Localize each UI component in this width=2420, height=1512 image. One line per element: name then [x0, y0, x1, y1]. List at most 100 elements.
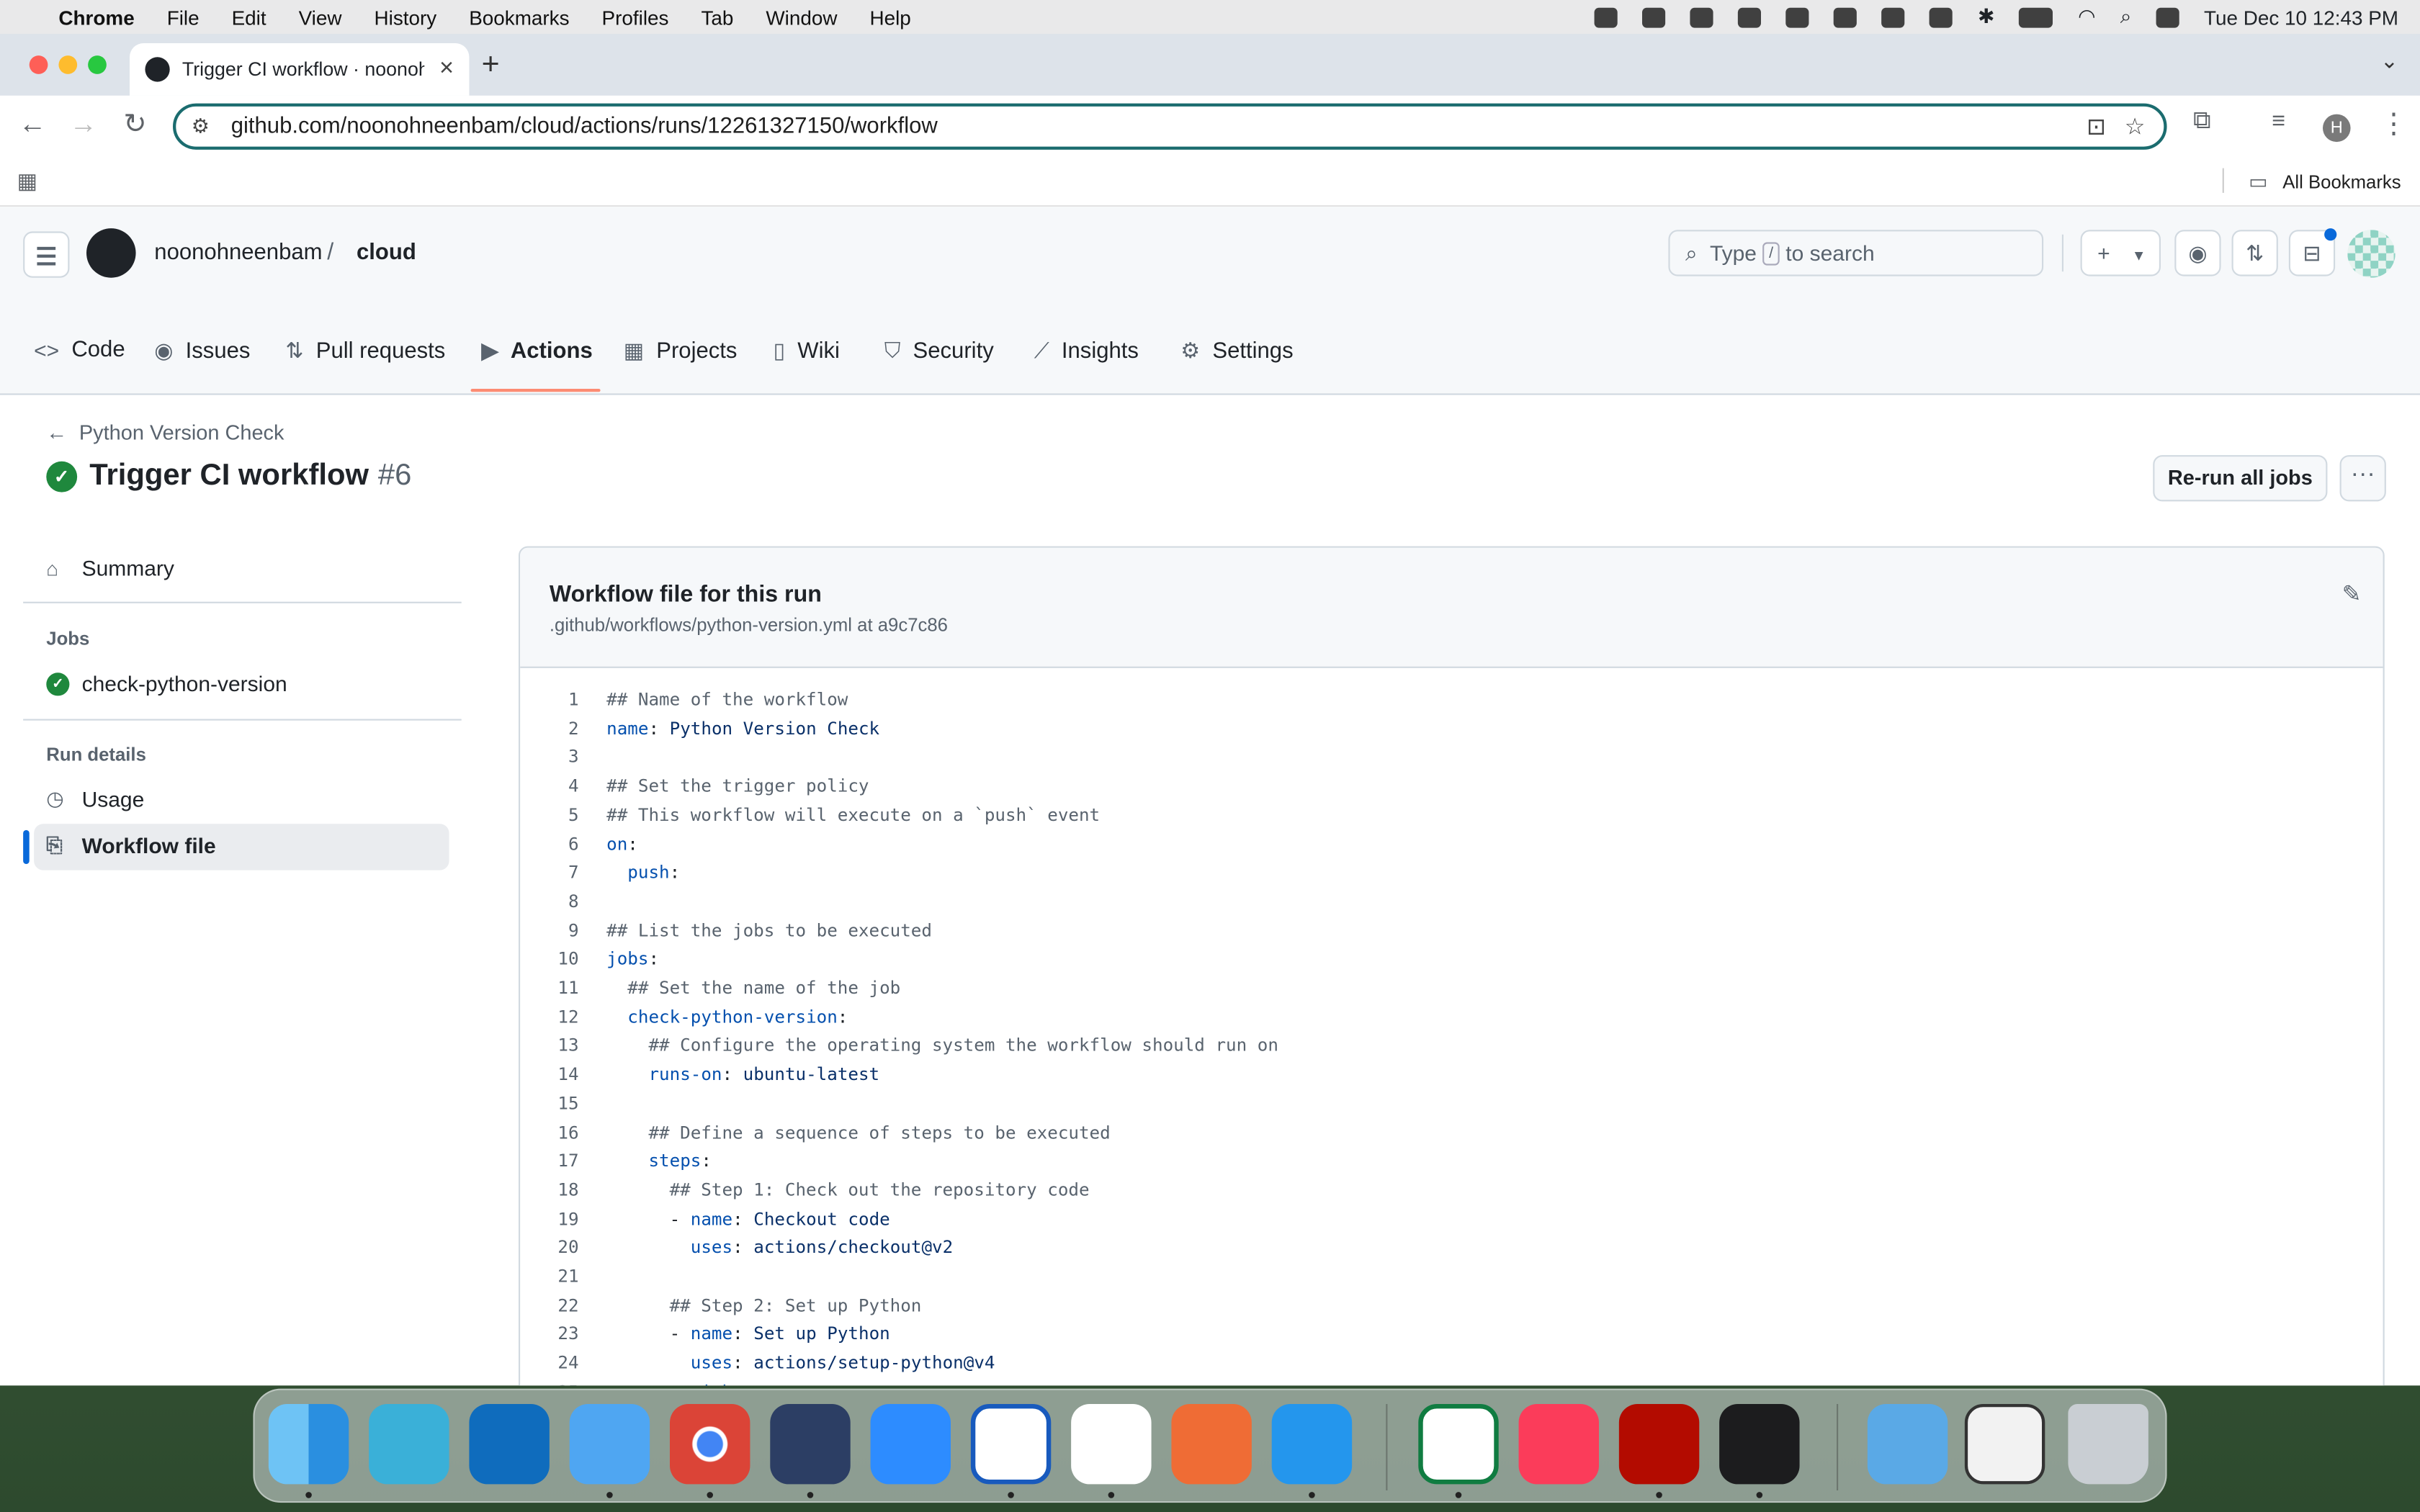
sidebar-item-usage[interactable]: ◷ Usage	[46, 787, 144, 811]
plus-icon: +	[2097, 240, 2110, 266]
chrome-icon[interactable]	[670, 1403, 750, 1485]
site-info-icon[interactable]: ⚙	[192, 114, 210, 139]
repo-name-link[interactable]: cloud	[357, 240, 416, 265]
preview-window-icon[interactable]	[1964, 1403, 2045, 1485]
pencil-edit-icon[interactable]: ✎	[2342, 580, 2362, 608]
repo-owner-link[interactable]: noonohneenbam	[154, 240, 322, 265]
back-to-workflow-link[interactable]: ← Python Version Check	[46, 421, 284, 444]
tab-search-chevron-icon[interactable]: ⌄	[2380, 48, 2398, 73]
spotlight-search-icon[interactable]: ⌕	[2120, 4, 2132, 29]
tab-label: Pull requests	[315, 338, 446, 364]
pull-requests-button[interactable]: ⇅	[2231, 230, 2278, 276]
tab-settings[interactable]: ⚙ Settings	[1180, 338, 1293, 364]
issues-button[interactable]: ◉	[2174, 230, 2221, 276]
terminal-icon[interactable]	[1719, 1403, 1800, 1485]
status-icon[interactable]	[1786, 6, 1810, 27]
menu-profiles[interactable]: Profiles	[602, 6, 669, 29]
menu-help[interactable]: Help	[870, 6, 911, 29]
sidebar-item-workflow-file[interactable]: ⎘ Workflow file	[46, 833, 215, 858]
url-text[interactable]: github.com/noonohneenbam/cloud/actions/r…	[231, 114, 2087, 139]
menu-history[interactable]: History	[375, 6, 437, 29]
browser-tab[interactable]: Trigger CI workflow · noonohneenbam ×	[130, 43, 470, 96]
status-icon[interactable]	[1834, 6, 1857, 27]
tab-pull-requests[interactable]: ⇅ Pull requests	[285, 338, 445, 364]
bookmark-star-icon[interactable]: ☆	[2125, 112, 2146, 140]
tab-issues[interactable]: ◉ Issues	[154, 338, 250, 364]
github-logo-icon[interactable]	[86, 228, 136, 278]
minimize-window-button[interactable]	[58, 55, 78, 74]
running-indicator	[1656, 1492, 1662, 1498]
back-arrow-icon[interactable]: ←	[19, 108, 47, 140]
new-tab-button[interactable]: +	[482, 48, 500, 83]
code-line: runs-on: ubuntu-latest	[648, 1064, 880, 1085]
selected-item-indicator	[23, 829, 30, 864]
status-icon[interactable]	[1595, 6, 1618, 27]
menu-app-name[interactable]: Chrome	[58, 6, 134, 29]
battery-icon[interactable]	[2019, 6, 2053, 27]
docker-icon[interactable]	[1271, 1403, 1353, 1485]
menu-tab[interactable]: Tab	[701, 6, 733, 29]
menu-bookmarks[interactable]: Bookmarks	[469, 6, 569, 29]
menu-view[interactable]: View	[299, 6, 342, 29]
menu-clock[interactable]: Tue Dec 10 12:43 PM	[2204, 6, 2398, 29]
user-avatar[interactable]	[2347, 230, 2396, 278]
reload-icon[interactable]: ↻	[123, 108, 146, 140]
address-bar[interactable]: ⚙ github.com/noonohneenbam/cloud/actions…	[173, 103, 2167, 150]
vscode-icon[interactable]	[1071, 1403, 1152, 1485]
bluetooth-icon[interactable]: ✱	[1978, 4, 1994, 29]
trash-icon[interactable]	[2068, 1403, 2148, 1485]
line-number: 9	[568, 920, 579, 941]
play-icon[interactable]	[1930, 6, 1953, 27]
menu-window[interactable]: Window	[766, 6, 837, 29]
acrobat-icon[interactable]	[1618, 1403, 1700, 1485]
postman-icon[interactable]	[1171, 1403, 1252, 1485]
extensions-puzzle-icon[interactable]: ⧉	[2193, 108, 2211, 136]
chrome-menu-icon[interactable]: ⋮	[2380, 108, 2408, 140]
kr-app-icon[interactable]	[369, 1403, 449, 1485]
line-number: 4	[568, 776, 579, 796]
apps-grid-icon[interactable]: ▦	[17, 168, 37, 194]
status-icon[interactable]	[1643, 6, 1667, 27]
excel-icon[interactable]	[1418, 1403, 1499, 1485]
folder-icon[interactable]	[1867, 1403, 1948, 1485]
tab-security[interactable]: ⛉ Security	[884, 338, 994, 364]
tab-projects[interactable]: ▦ Projects	[624, 338, 738, 364]
tab-code[interactable]: <> Code	[34, 338, 125, 362]
create-new-button[interactable]: + ▾	[2080, 230, 2161, 276]
tab-insights[interactable]: ⟋ Insights	[1034, 338, 1139, 364]
status-icon[interactable]	[1738, 6, 1762, 27]
forward-arrow-icon[interactable]: →	[69, 108, 97, 140]
all-bookmarks-button[interactable]: All Bookmarks	[2282, 171, 2401, 193]
control-center-icon[interactable]	[2156, 6, 2179, 27]
media-controls-icon[interactable]: ≡	[2272, 108, 2285, 134]
rerun-all-jobs-button[interactable]: Re-run all jobs	[2153, 455, 2328, 502]
tab-label: Actions	[510, 338, 593, 364]
tab-actions[interactable]: ▶ Actions	[482, 338, 593, 364]
tab-wiki[interactable]: ▯ Wiki	[774, 338, 840, 364]
search-input[interactable]: ⌕ Type / to search	[1668, 230, 2044, 276]
kebab-horizontal-icon[interactable]: ···	[2339, 455, 2386, 502]
menu-file[interactable]: File	[167, 6, 200, 29]
code-line: ## Set the name of the job	[606, 978, 901, 999]
outlook-icon[interactable]	[469, 1403, 550, 1485]
zoom-icon[interactable]	[870, 1403, 951, 1485]
word-icon[interactable]	[970, 1403, 1052, 1485]
selected-tab-underline	[470, 389, 601, 392]
mail-icon[interactable]	[569, 1403, 650, 1485]
sidebar-item-summary[interactable]: ⌂ Summary	[46, 555, 174, 580]
music-icon[interactable]	[1518, 1403, 1599, 1485]
menu-edit[interactable]: Edit	[232, 6, 266, 29]
profile-avatar[interactable]: H	[2323, 114, 2351, 143]
install-app-icon[interactable]: ⊡	[2087, 112, 2106, 140]
status-icon[interactable]	[1690, 6, 1714, 27]
wifi-icon[interactable]: ◠	[2078, 4, 2095, 29]
status-icon[interactable]	[1882, 6, 1906, 27]
sidebar-item-job[interactable]: ✓ check-python-version	[46, 670, 287, 696]
hamburger-menu-button[interactable]	[23, 231, 70, 278]
close-window-button[interactable]	[29, 55, 48, 74]
finder-icon[interactable]	[268, 1403, 349, 1485]
zoom-window-button[interactable]	[88, 55, 107, 74]
close-tab-icon[interactable]: ×	[439, 55, 454, 84]
proxyman-icon[interactable]	[770, 1403, 851, 1485]
code-line: name: Python Version Check	[606, 718, 880, 739]
